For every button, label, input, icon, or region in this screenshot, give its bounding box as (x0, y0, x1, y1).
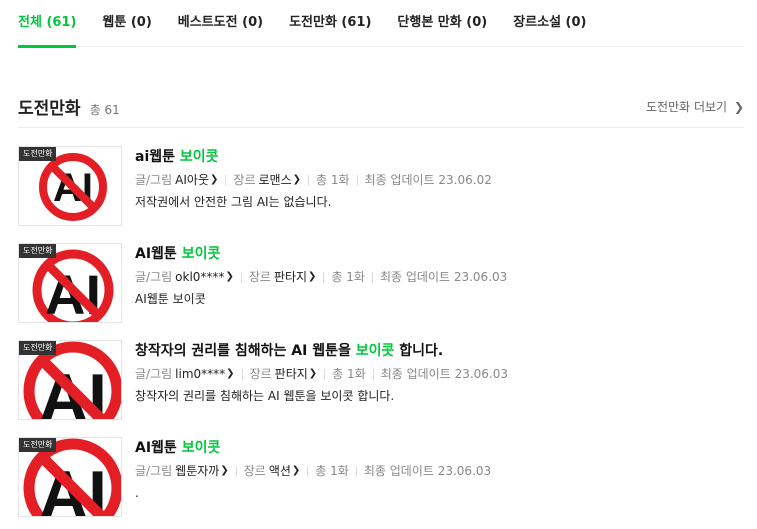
tab-genre-novel[interactable]: 장르소설 (0) (513, 0, 586, 47)
genre-label: 장르 (243, 464, 266, 478)
author-label: 글/그림 (135, 270, 173, 284)
challenge-badge: 도전만화 (19, 147, 57, 161)
author-label: 글/그림 (135, 173, 173, 187)
item-info: AI웹툰 보이콧 글/그림 웹툰자까 ❯ 장르 액션 ❯ 총 1화 최종 업데이트 … (135, 438, 735, 502)
divider (355, 465, 357, 477)
item-title[interactable]: 창작자의 권리를 침해하는 AI 웹툰을 보이콧 합니다. (135, 341, 735, 361)
chevron-right-icon: ❯ (308, 271, 317, 282)
genre-label: 장르 (249, 367, 272, 381)
author-link[interactable]: 웹툰자까 (175, 462, 219, 480)
section-header: 도전만화 총 61 도전만화 더보기 ❯ (18, 94, 744, 128)
divider (356, 174, 358, 186)
last-updated: 최종 업데이트 23.06.03 (380, 367, 509, 381)
chevron-right-icon: ❯ (291, 465, 301, 476)
challenge-badge: 도전만화 (19, 244, 57, 258)
list-item: 도전만화 AI ai웹툰 보이콧 글/그림 AI아웃❯ 장르 로맨스❯ 총 1화… (18, 146, 744, 243)
item-description: 창작자의 권리를 침해하는 AI 웹툰을 보이콧 합니다. (135, 389, 395, 403)
section-count: 총 61 (89, 103, 120, 117)
genre-link[interactable]: 로맨스 (259, 171, 292, 189)
title-highlight: 보이콧 (181, 246, 221, 262)
genre-link[interactable]: 판타지 (274, 268, 307, 286)
last-updated: 최종 업데이트 23.06.02 (364, 173, 492, 187)
item-info: 창작자의 권리를 침해하는 AI 웹툰을 보이콧 합니다. 글/그림 lim0*… (135, 341, 735, 405)
item-meta: 글/그림 AI아웃 ❯ 장르 로맨스 ❯ 총 1화 최종 업데이트 23.06.02 (135, 171, 735, 189)
last-updated: 최종 업데이트 23.06.03 (379, 270, 508, 284)
thumbnail[interactable]: 도전만화 AI (18, 243, 122, 323)
challenge-badge: 도전만화 (19, 341, 57, 355)
divider (372, 368, 374, 380)
genre-label: 장르 (248, 270, 271, 284)
chevron-right-icon: ❯ (220, 465, 229, 476)
result-list: 도전만화 AI ai웹툰 보이콧 글/그림 AI아웃❯ 장르 로맨스❯ 총 1화… (18, 146, 744, 529)
chevron-right-icon: ❯ (226, 368, 235, 379)
title-text: AI웹툰 (135, 440, 182, 456)
tab-all[interactable]: 전체 (61) (18, 0, 77, 48)
item-meta: 글/그림 okl0**** ❯ 장르 판타지 ❯ 총 1화 최종 업데이트 23.0… (135, 268, 735, 286)
item-title[interactable]: ai웹툰 보이콧 (135, 147, 735, 167)
list-item: 도전만화 AI 창작자의 권리를 침해하는 AI 웹툰을 보이콧 합니다. 글/… (18, 340, 744, 437)
challenge-badge: 도전만화 (19, 438, 57, 452)
episode-count: 총 1화 (315, 464, 349, 478)
episode-count: 총 1화 (332, 367, 366, 381)
author-link[interactable]: okl0**** (175, 268, 224, 286)
genre-link[interactable]: 액션 (269, 462, 291, 480)
title-text-tail: 합니다. (394, 343, 444, 359)
chevron-right-icon: ❯ (733, 100, 744, 114)
item-description: . (135, 486, 139, 500)
tab-webtoon[interactable]: 웹툰 (0) (102, 0, 151, 47)
tab-best-challenge[interactable]: 베스트도전 (0) (178, 0, 263, 47)
tab-bar: 전체 (61) 웹툰 (0) 베스트도전 (0) 도전만화 (61) 단행본 만… (18, 0, 744, 48)
title-text: 창작자의 권리를 침해하는 AI 웹툰을 (135, 343, 356, 359)
item-title[interactable]: AI웹툰 보이콧 (135, 244, 735, 264)
title-text: ai웹툰 (135, 149, 180, 165)
item-meta: 글/그림 lim0**** ❯ 장르 판타지 ❯ 총 1화 최종 업데이트 23.0… (135, 365, 735, 383)
genre-label: 장르 (233, 173, 256, 187)
item-title[interactable]: AI웹툰 보이콧 (135, 438, 735, 458)
item-info: AI웹툰 보이콧 글/그림 okl0**** ❯ 장르 판타지 ❯ 총 1화 최종 … (135, 244, 735, 308)
thumbnail[interactable]: 도전만화 AI (18, 437, 122, 517)
title-highlight: 보이콧 (181, 440, 221, 456)
episode-count: 총 1화 (316, 173, 350, 187)
chevron-right-icon: ❯ (225, 271, 234, 282)
divider (323, 271, 325, 283)
list-item: 도전만화 AI AI웹툰 보이콧 글/그림 웹툰자까❯ 장르 액션❯ 총 1화 … (18, 437, 744, 529)
chevron-right-icon: ❯ (210, 174, 219, 185)
genre-link[interactable]: 판타지 (275, 365, 308, 383)
tab-challenge[interactable]: 도전만화 (61) (289, 0, 371, 47)
divider (241, 368, 243, 380)
author-label: 글/그림 (135, 367, 173, 381)
section-title: 도전만화 (18, 99, 81, 119)
title-text: AI웹툰 (135, 246, 182, 262)
divider (308, 174, 310, 186)
item-description: 저작권에서 안전한 그림 AI는 없습니다. (135, 195, 332, 209)
author-label: 글/그림 (135, 464, 173, 478)
divider (307, 465, 309, 477)
item-description: AI웹툰 보이콧 (135, 292, 206, 306)
author-link[interactable]: lim0**** (175, 365, 225, 383)
tab-book-comics[interactable]: 단행본 만화 (0) (397, 0, 487, 47)
list-item: 도전만화 AI AI웹툰 보이콧 글/그림 okl0****❯ 장르 판타지❯ … (18, 243, 744, 340)
divider (371, 271, 373, 283)
more-link[interactable]: 도전만화 더보기 ❯ (646, 98, 744, 115)
last-updated: 최종 업데이트 23.06.03 (363, 464, 492, 478)
divider (240, 271, 242, 283)
divider (324, 368, 326, 380)
title-highlight: 보이콧 (179, 149, 219, 165)
title-highlight: 보이콧 (355, 343, 395, 359)
more-link-label: 도전만화 더보기 (646, 100, 728, 114)
chevron-right-icon: ❯ (308, 368, 318, 379)
thumbnail[interactable]: 도전만화 AI (18, 146, 122, 226)
chevron-right-icon: ❯ (292, 174, 302, 185)
episode-count: 총 1화 (331, 270, 365, 284)
item-info: ai웹툰 보이콧 글/그림 AI아웃 ❯ 장르 로맨스 ❯ 총 1화 최종 업데이트… (135, 147, 735, 211)
divider (235, 465, 237, 477)
divider (225, 174, 227, 186)
author-link[interactable]: AI아웃 (175, 171, 209, 189)
item-meta: 글/그림 웹툰자까 ❯ 장르 액션 ❯ 총 1화 최종 업데이트 23.06.03 (135, 462, 735, 480)
thumbnail[interactable]: 도전만화 AI (18, 340, 122, 420)
